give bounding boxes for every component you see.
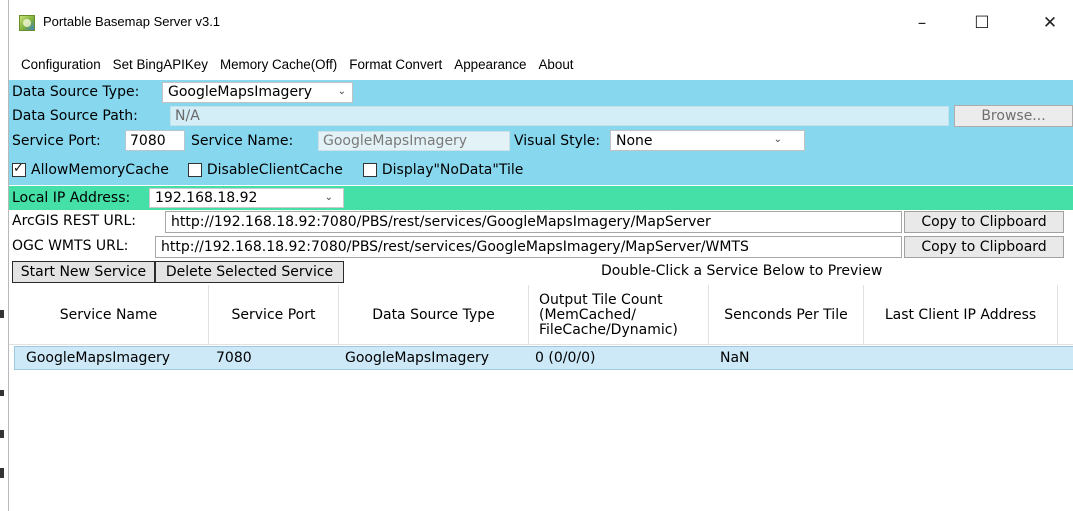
app-map-icon: [19, 15, 35, 31]
cell-data-source-type: GoogleMapsImagery: [345, 350, 490, 366]
display-nodata-tile-checkbox[interactable]: Display"NoData"Tile: [362, 162, 524, 178]
service-port-label: Service Port:: [12, 132, 101, 149]
title-bar[interactable]: Portable Basemap Server v3.1 – ☐ ✕: [9, 0, 1073, 46]
allow-memory-cache-checkbox[interactable]: AllowMemoryCache: [12, 161, 169, 178]
visual-style-value: None: [616, 132, 653, 149]
column-seconds-per-tile[interactable]: Senconds Per Tile: [709, 285, 864, 345]
column-service-name[interactable]: Service Name: [9, 285, 209, 345]
arcgis-rest-url-field[interactable]: http://192.168.18.92:7080/PBS/rest/servi…: [165, 211, 902, 233]
menu-memory-cache[interactable]: Memory Cache(Off): [214, 57, 343, 72]
ogc-wmts-url-label: OGC WMTS URL:: [12, 238, 129, 254]
copy-wmts-url-button[interactable]: Copy to Clipboard: [904, 236, 1064, 258]
data-source-type-value: GoogleMapsImagery: [168, 84, 313, 100]
menu-about[interactable]: About: [533, 57, 580, 72]
checkbox-checked-icon: [12, 161, 26, 177]
chevron-down-icon: ⌄: [337, 85, 346, 97]
delete-selected-service-button[interactable]: Delete Selected Service: [155, 261, 344, 283]
menu-bar: Configuration Set BingAPIKey Memory Cach…: [9, 51, 1073, 77]
cell-output-tile-count: 0 (0/0/0): [535, 350, 596, 366]
service-name-field[interactable]: GoogleMapsImagery: [318, 130, 510, 151]
column-output-tile-count[interactable]: Output Tile Count (MemCached/ FileCache/…: [529, 285, 709, 345]
column-data-source-type[interactable]: Data Source Type: [339, 285, 529, 345]
preview-hint-text: Double-Click a Service Below to Preview: [601, 263, 883, 279]
column-last-client-ip[interactable]: Last Client IP Address: [864, 285, 1058, 345]
menu-configuration[interactable]: Configuration: [9, 57, 107, 72]
cell-service-name: GoogleMapsImagery: [26, 350, 171, 366]
menu-set-bing-api-key[interactable]: Set BingAPIKey: [107, 57, 214, 72]
service-name-label: Service Name:: [191, 132, 294, 149]
close-button[interactable]: ✕: [1027, 0, 1073, 46]
visual-style-label: Visual Style:: [514, 132, 601, 149]
background-window-edge: [0, 310, 4, 318]
chevron-down-icon: ⌄: [324, 192, 333, 203]
maximize-button[interactable]: ☐: [959, 0, 1005, 46]
checkbox-unchecked-icon: [187, 163, 202, 177]
cell-service-port: 7080: [216, 350, 252, 366]
table-row[interactable]: GoogleMapsImagery 7080 GoogleMapsImagery…: [14, 346, 1073, 370]
cell-seconds-per-tile: NaN: [720, 350, 750, 366]
data-source-type-select[interactable]: GoogleMapsImagery ⌄: [162, 81, 353, 103]
app-window: Portable Basemap Server v3.1 – ☐ ✕ Confi…: [8, 0, 1073, 511]
browse-button[interactable]: Browse...: [954, 104, 1073, 127]
column-service-port[interactable]: Service Port: [209, 285, 339, 345]
local-ip-value: 192.168.18.92: [155, 190, 258, 206]
checkbox-unchecked-icon: [362, 163, 377, 177]
grid-header: Service Name Service Port Data Source Ty…: [9, 285, 1073, 345]
display-nodata-tile-label: Display"NoData"Tile: [381, 162, 524, 178]
allow-memory-cache-label: AllowMemoryCache: [31, 162, 169, 178]
service-action-bar: Start New Service Delete Selected Servic…: [9, 260, 1073, 284]
local-ip-bar: Local IP Address: 192.168.18.92 ⌄: [9, 186, 1073, 210]
data-source-type-label: Data Source Type:: [12, 84, 140, 100]
disable-client-cache-checkbox[interactable]: DisableClientCache: [187, 162, 343, 178]
ogc-wmts-url-field[interactable]: http://192.168.18.92:7080/PBS/rest/servi…: [155, 236, 902, 258]
service-config-panel: Data Source Type: GoogleMapsImagery ⌄ Da…: [9, 80, 1073, 185]
copy-arcgis-url-button[interactable]: Copy to Clipboard: [904, 211, 1064, 233]
minimize-button[interactable]: –: [899, 0, 945, 46]
visual-style-select[interactable]: None ⌄: [610, 130, 805, 151]
background-window-edge: [0, 390, 4, 396]
disable-client-cache-label: DisableClientCache: [206, 162, 343, 178]
data-source-path-field[interactable]: N/A: [170, 105, 949, 126]
menu-appearance[interactable]: Appearance: [448, 57, 532, 72]
background-window-edge: [0, 430, 4, 438]
background-window-edge: [0, 468, 4, 478]
local-ip-select[interactable]: 192.168.18.92 ⌄: [149, 188, 344, 208]
service-port-input[interactable]: 7080: [125, 130, 185, 151]
local-ip-label: Local IP Address:: [12, 190, 131, 206]
menu-format-convert[interactable]: Format Convert: [343, 57, 448, 72]
services-grid: Service Name Service Port Data Source Ty…: [9, 285, 1073, 511]
window-title: Portable Basemap Server v3.1: [43, 14, 221, 29]
start-new-service-button[interactable]: Start New Service: [12, 261, 155, 283]
chevron-down-icon: ⌄: [773, 134, 782, 145]
data-source-path-label: Data Source Path:: [12, 107, 138, 124]
arcgis-rest-url-label: ArcGIS REST URL:: [12, 213, 136, 229]
